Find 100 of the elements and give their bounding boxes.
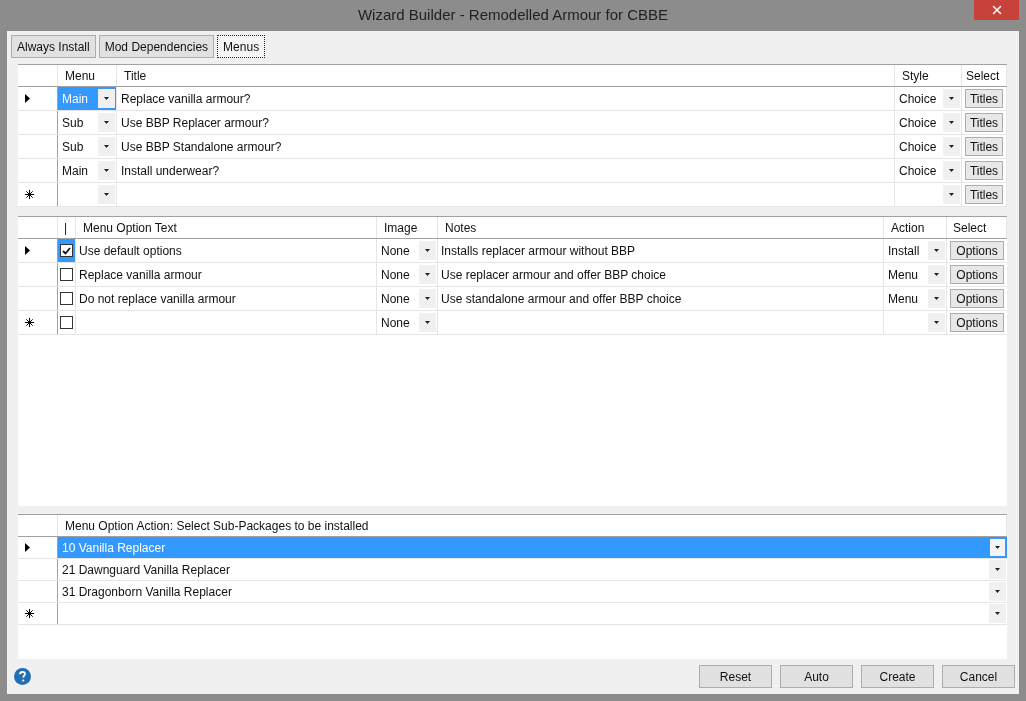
image-combo[interactable]: None [377,289,410,308]
column-header: Menu Option Text [83,219,177,237]
caret-icon [104,193,109,196]
caret-icon [949,193,954,196]
action-combo[interactable]: Install [884,241,920,260]
caret-icon [104,145,109,148]
caret-icon [995,546,1000,549]
column-header: Select [966,67,1000,85]
check-icon [62,246,71,255]
column-header: Notes [445,219,477,237]
caret-icon [995,568,1000,571]
caret-icon [934,321,939,324]
caret-icon [425,297,430,300]
dropdown-button[interactable] [943,185,960,204]
dropdown-button[interactable] [419,265,436,284]
dropdown-button[interactable] [943,161,960,180]
table-cell-text: Replace vanilla armour [79,267,202,284]
dropdown-button[interactable] [989,560,1006,579]
dropdown-button[interactable] [928,289,945,308]
select-button[interactable]: Options [950,265,1004,284]
dropdown-button[interactable] [928,241,945,260]
column-header: Menu Option Action: Select Sub-Packages to be installed [65,517,369,535]
select-button[interactable]: Options [950,313,1004,332]
table-cell-text: Use standalone armour and offer BBP choice [441,291,682,308]
level-dropdown[interactable]: Sub [58,137,84,156]
caret-icon [425,321,430,324]
dropdown-button[interactable] [928,265,945,284]
checkbox[interactable] [60,244,73,257]
style-combo[interactable]: Choice [895,137,937,156]
close-button[interactable] [974,0,1019,20]
dropdown-button[interactable] [989,604,1006,623]
caret-icon [425,273,430,276]
action-combo[interactable]: Menu [884,289,919,308]
checkbox[interactable] [60,316,73,329]
caret-icon [949,97,954,100]
table-cell-text: Replace vanilla armour? [121,91,251,108]
dropdown-button[interactable] [419,241,436,260]
dropdown-button[interactable] [943,113,960,132]
level-dropdown[interactable]: Sub [58,113,84,132]
dropdown-button[interactable] [989,582,1006,601]
image-combo[interactable]: None [377,265,410,284]
select-button[interactable]: Options [950,241,1004,260]
caret-icon [995,590,1000,593]
column-header: Style [902,67,929,85]
select-button[interactable]: Titles [964,137,1004,156]
dropdown-button[interactable] [419,313,436,332]
column-header: Action [891,219,925,237]
caret-icon [934,249,939,252]
caret-icon [949,169,954,172]
dialog-button[interactable]: Reset [699,665,772,688]
image-combo[interactable]: None [377,313,410,332]
caret-icon [104,97,109,100]
table-cell-text: Use replacer armour and offer BBP choice [441,267,666,284]
checkbox[interactable] [60,268,73,281]
column-header: Select [953,219,987,237]
caret-icon [934,297,939,300]
column-header: Image [384,219,418,237]
caret-icon [104,169,109,172]
style-combo[interactable]: Choice [895,161,937,180]
caret-icon [949,121,954,124]
table-cell-text: Use BBP Standalone armour? [121,139,282,156]
select-button[interactable]: Titles [964,89,1004,108]
dropdown-button[interactable] [98,113,115,132]
caret-icon [934,273,939,276]
dropdown-button[interactable] [419,289,436,308]
caret-icon [995,612,1000,615]
dropdown-button[interactable] [98,89,115,108]
column-header: Title [124,67,147,85]
table-cell-text: Installs replacer armour without BBP [441,243,636,260]
package-combo[interactable]: 21 Dawnguard Vanilla Replacer [58,560,230,579]
checkbox[interactable] [60,292,73,305]
dialog-button[interactable]: Cancel [942,665,1015,688]
table-cell-text: Install underwear? [121,163,220,180]
new-row-icon [25,318,34,327]
column-header: Menu [65,67,96,85]
tab[interactable]: Mod Dependencies [98,35,215,58]
dialog-button[interactable]: Create [861,665,934,688]
dropdown-button[interactable] [98,185,115,204]
new-row-icon [25,190,34,199]
help-icon[interactable] [14,668,31,685]
dropdown-button[interactable] [928,313,945,332]
select-button[interactable]: Titles [964,113,1004,132]
dropdown-button[interactable] [98,161,115,180]
style-combo[interactable]: Choice [895,89,937,108]
dropdown-button[interactable] [943,89,960,108]
select-button[interactable]: Options [950,289,1004,308]
table-cell-text: Use BBP Replacer armour? [121,115,269,132]
action-combo[interactable]: Menu [884,265,919,284]
image-combo[interactable]: None [377,241,410,260]
select-button[interactable]: Titles [964,161,1004,180]
style-combo[interactable]: Choice [895,113,937,132]
select-button[interactable]: Titles [964,185,1004,204]
dropdown-button[interactable] [943,137,960,156]
dialog-button[interactable]: Auto [780,665,853,688]
tab[interactable]: Menus [217,35,266,58]
tab[interactable]: Always Install [11,35,96,58]
dropdown-button[interactable] [989,538,1006,557]
package-combo[interactable]: 31 Dragonborn Vanilla Replacer [58,582,232,601]
dropdown-button[interactable] [98,137,115,156]
level-dropdown[interactable]: Main [58,161,88,180]
